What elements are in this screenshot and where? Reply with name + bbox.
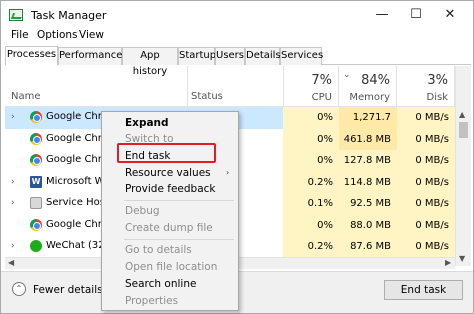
scroll-down-icon[interactable]: ▼ <box>459 254 465 263</box>
memory-value: 88.0 MB <box>339 214 397 236</box>
chrome-icon <box>30 154 42 166</box>
expand-chevron-icon[interactable]: › <box>11 198 15 208</box>
sort-down-icon: ⌄ <box>343 70 351 80</box>
chrome-icon <box>30 218 42 231</box>
disk-label: Disk <box>426 92 448 103</box>
process-name: Google Chrome <box>46 218 106 230</box>
expand-chevron-icon[interactable]: › <box>11 177 15 187</box>
tab-details[interactable]: Details <box>245 47 281 65</box>
cpu-value: 0% <box>283 128 339 150</box>
disk-value: 0 MB/s <box>397 171 455 193</box>
maximize-button[interactable]: ☐ <box>403 5 429 25</box>
expand-chevron-icon[interactable]: › <box>11 241 15 251</box>
menu-item-debug: Debug <box>125 205 160 217</box>
disk-value: 0 MB/s <box>397 128 455 150</box>
end-task-button[interactable]: End task <box>384 280 463 300</box>
menu-options[interactable]: Options <box>37 29 78 41</box>
scroll-up-icon[interactable]: ▲ <box>459 110 465 119</box>
close-button[interactable]: ✕ <box>437 5 463 25</box>
memory-value: 461.8 MB <box>339 128 397 150</box>
memory-value: 92.5 MB <box>339 193 397 215</box>
column-header-name[interactable]: Name <box>11 91 41 102</box>
disk-value: 0 MB/s <box>397 107 455 129</box>
tab-users[interactable]: Users <box>215 47 245 65</box>
menu-view[interactable]: View <box>79 29 104 41</box>
tab-strip: Processes Performance App history Startu… <box>5 46 471 77</box>
process-name: Google Chrome <box>46 154 106 165</box>
tab-startup[interactable]: Startup <box>178 47 216 65</box>
column-separator <box>187 66 188 106</box>
vertical-scrollbar[interactable]: ▲ ▼ <box>455 66 471 266</box>
submenu-arrow-icon: › <box>226 168 230 177</box>
window-title: Task Manager <box>31 9 107 22</box>
disk-value: 0 MB/s <box>397 150 455 172</box>
process-name: WeChat (32 b <box>46 240 106 251</box>
process-name: Service Host: <box>46 197 106 208</box>
column-header-disk[interactable]: 3% Disk <box>397 66 455 106</box>
wechat-icon <box>30 240 42 252</box>
cpu-value: 0.1% <box>283 193 339 215</box>
memory-value: 1,271.7 MB <box>339 107 397 145</box>
task-manager-window: Task Manager — ☐ ✕ File Options View Pro… <box>0 0 474 314</box>
column-header-cpu[interactable]: 7% CPU <box>283 66 339 106</box>
process-name: Microsoft Word <box>46 175 106 187</box>
tab-app-history[interactable]: App history <box>122 47 178 77</box>
scroll-left-icon[interactable]: ◀ <box>8 258 14 267</box>
menu-item-resource-values[interactable]: Resource values <box>125 167 211 179</box>
scroll-right-icon[interactable]: ▶ <box>445 258 451 267</box>
menu-item-create-dump-file: Create dump file <box>125 222 213 234</box>
end-task-highlight <box>117 143 216 163</box>
menu-item-open-file-location: Open file location <box>125 261 218 273</box>
collapse-up-icon[interactable]: ⌃ <box>12 282 26 296</box>
menu-separator <box>124 239 234 240</box>
tab-services[interactable]: Services <box>280 47 323 65</box>
menu-item-expand[interactable]: Expand <box>125 117 169 129</box>
cpu-total: 7% <box>311 73 332 88</box>
memory-value: 127.8 MB <box>339 150 397 172</box>
title-bar: Task Manager — ☐ ✕ <box>1 1 473 29</box>
process-name: Google Chrome <box>46 132 106 144</box>
process-name: Google Chrome <box>46 111 106 122</box>
tab-performance[interactable]: Performance <box>58 47 122 65</box>
expand-chevron-icon[interactable]: › <box>11 112 15 122</box>
chrome-icon <box>30 132 42 145</box>
scroll-thumb[interactable] <box>459 122 468 138</box>
cpu-value: 0% <box>283 150 339 172</box>
cpu-value: 0% <box>283 214 339 236</box>
fewer-details-link[interactable]: Fewer details <box>33 284 103 296</box>
chrome-icon <box>30 111 42 123</box>
disk-total: 3% <box>427 73 448 88</box>
disk-value: 0 MB/s <box>397 214 455 236</box>
memory-label: Memory <box>349 92 390 103</box>
word-icon: W <box>30 175 42 188</box>
memory-value: 87.6 MB <box>339 236 397 258</box>
tab-processes[interactable]: Processes <box>5 46 58 66</box>
cpu-value: 0.2% <box>283 236 339 258</box>
cpu-label: CPU <box>311 92 332 103</box>
disk-value: 0 MB/s <box>397 236 455 258</box>
menu-item-provide-feedback[interactable]: Provide feedback <box>125 183 216 195</box>
menu-item-search-online[interactable]: Search online <box>125 278 196 290</box>
menu-file[interactable]: File <box>11 29 29 41</box>
minimize-button[interactable]: — <box>369 5 395 25</box>
cpu-value: 0% <box>283 107 339 129</box>
column-header-memory[interactable]: ⌄ 84% Memory <box>339 66 397 106</box>
menu-item-go-to-details: Go to details <box>125 244 192 256</box>
task-manager-icon <box>9 9 23 21</box>
gear-icon <box>30 197 42 209</box>
memory-total: 84% <box>361 73 390 88</box>
menu-separator <box>124 200 234 201</box>
column-header-status[interactable]: Status <box>191 91 223 102</box>
cpu-value: 0.2% <box>283 171 339 193</box>
menu-item-properties: Properties <box>125 295 179 307</box>
context-menu: Expand Switch to End task Resource value… <box>101 111 239 311</box>
memory-value: 114.8 MB <box>339 171 397 193</box>
disk-value: 0 MB/s <box>397 193 455 215</box>
